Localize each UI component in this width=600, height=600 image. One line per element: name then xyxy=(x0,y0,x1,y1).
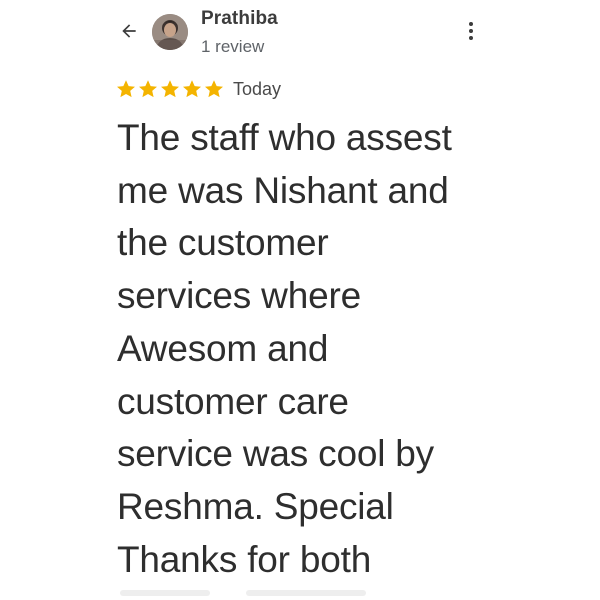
avatar[interactable] xyxy=(152,14,188,50)
back-button[interactable] xyxy=(116,18,142,44)
reviewer-name[interactable]: Prathiba xyxy=(201,8,278,30)
cutoff-content xyxy=(120,590,440,600)
more-options-button[interactable] xyxy=(462,18,480,44)
star-icon xyxy=(117,80,135,98)
star-icon xyxy=(139,80,157,98)
review-date: Today xyxy=(233,78,282,99)
review-count: 1 review xyxy=(201,37,265,56)
star-rating xyxy=(115,78,225,100)
star-icon xyxy=(161,80,179,98)
more-vert-icon xyxy=(469,22,473,40)
star-icon xyxy=(205,80,223,98)
arrow-left-icon xyxy=(122,24,136,38)
avatar-image xyxy=(152,14,188,50)
review-detail-page: Prathiba 1 review Today The staff who as… xyxy=(0,0,600,600)
rating-row: Today xyxy=(115,76,281,102)
star-icon xyxy=(183,80,201,98)
review-text: The staff who assest me was Nishant and … xyxy=(117,117,452,580)
